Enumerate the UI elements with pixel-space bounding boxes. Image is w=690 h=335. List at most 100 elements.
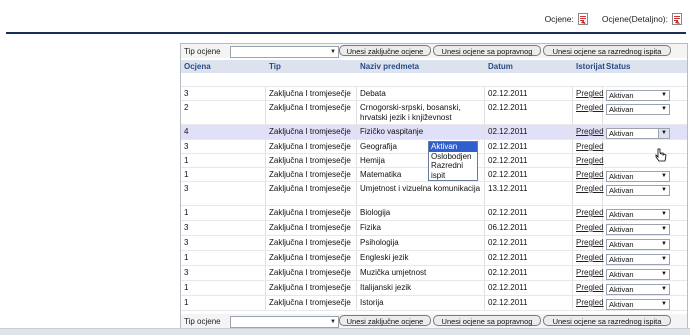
- status-option-oslobodjen[interactable]: Oslobodjen: [429, 152, 477, 162]
- table-row: 3 Zaključna I tromjesečje Psihologija 02…: [181, 236, 687, 251]
- cell-tip: Zaključna I tromjesečje: [266, 87, 357, 100]
- pregled-link[interactable]: Pregled: [576, 298, 604, 307]
- header-tip[interactable]: Tip: [266, 60, 357, 73]
- table-row: 2 Zaključna I tromjesečje Crnogorski-srp…: [181, 101, 687, 125]
- tip-ocjene-label: Tip ocjene: [184, 317, 221, 326]
- cell-datum: 02.12.2011: [485, 206, 573, 220]
- pregled-link[interactable]: Pregled: [576, 184, 604, 193]
- status-select[interactable]: Aktivan ▼: [606, 224, 670, 235]
- status-select[interactable]: Aktivan ▼: [606, 299, 670, 310]
- table-header: Ocjena Tip Naziv predmeta Datum Istorija…: [181, 60, 687, 73]
- chevron-down-icon: ▼: [661, 286, 667, 292]
- cell-ocjena: 1: [181, 154, 266, 167]
- header-naziv-predmeta[interactable]: Naziv predmeta: [357, 60, 485, 73]
- cell-tip: Zaključna I tromjesečje: [266, 266, 357, 280]
- table-row: 1 Zaključna I tromjesečje Engleski jezik…: [181, 251, 687, 266]
- cell-predmet: Muzička umjetnost: [357, 266, 485, 280]
- pregled-link[interactable]: Pregled: [576, 142, 604, 151]
- cell-ocjena: 1: [181, 296, 266, 310]
- tip-ocjene-select[interactable]: ▼: [230, 316, 339, 328]
- pregled-link[interactable]: Pregled: [576, 170, 604, 179]
- cell-datum: 02.12.2011: [485, 101, 573, 124]
- pregled-link[interactable]: Pregled: [576, 268, 604, 277]
- cell-datum: 02.12.2011: [485, 168, 573, 181]
- ocjene-label: Ocjene:: [544, 14, 574, 24]
- header-datum[interactable]: Datum: [485, 60, 573, 73]
- chevron-down-icon: ▼: [658, 129, 669, 138]
- status-select[interactable]: Aktivan ▼: [606, 239, 670, 250]
- pregled-link[interactable]: Pregled: [576, 253, 604, 262]
- cell-predmet: Biologija: [357, 206, 485, 220]
- status-select[interactable]: Aktivan ▼: [606, 269, 670, 280]
- cell-predmet: Engleski jezik: [357, 251, 485, 265]
- table-row: 1 Zaključna I tromjesečje Istorija 02.12…: [181, 296, 687, 311]
- cell-datum: 02.12.2011: [485, 281, 573, 295]
- chevron-down-icon: ▼: [661, 241, 667, 247]
- cell-datum: 02.12.2011: [485, 140, 573, 153]
- unesi-popravnog-button[interactable]: Unesi ocjene sa popravnog: [433, 315, 541, 326]
- empty-row: [181, 74, 687, 87]
- tip-ocjene-label: Tip ocjene: [184, 47, 221, 56]
- pdf-detailed-icon[interactable]: [672, 13, 682, 25]
- cell-tip: Zaključna I tromjesečje: [266, 125, 357, 139]
- pdf-icon[interactable]: [577, 13, 588, 25]
- chevron-down-icon: ▼: [661, 173, 667, 179]
- table-row: 3 Zaključna I tromjesečje Umjetnost i vi…: [181, 182, 687, 206]
- window-scroll-edge: [0, 328, 690, 335]
- chevron-down-icon: ▼: [661, 211, 667, 217]
- cell-predmet: Umjetnost i vizuelna komunikacija: [357, 182, 485, 205]
- cell-ocjena: 3: [181, 87, 266, 100]
- table-row: 3 Zaključna I tromjesečje Debata 02.12.2…: [181, 87, 687, 101]
- pregled-link[interactable]: Pregled: [576, 238, 604, 247]
- tip-ocjene-select[interactable]: ▼: [230, 46, 339, 58]
- status-select[interactable]: Aktivan ▼: [606, 185, 670, 196]
- table-row: 1 Zaključna I tromjesečje Italijanski je…: [181, 281, 687, 296]
- cell-predmet: Fizika: [357, 221, 485, 235]
- cell-predmet: Psihologija: [357, 236, 485, 250]
- pregled-link[interactable]: Pregled: [576, 208, 604, 217]
- cell-predmet: Fizičko vaspitanje: [357, 125, 485, 139]
- header-rule: [6, 32, 686, 34]
- unesi-zakljucne-button[interactable]: Unesi zaključne ocjene: [339, 315, 431, 326]
- cell-ocjena: 1: [181, 281, 266, 295]
- status-select[interactable]: Aktivan ▼: [606, 284, 670, 295]
- unesi-popravnog-button[interactable]: Unesi ocjene sa popravnog: [433, 45, 541, 56]
- chevron-down-icon: ▼: [330, 49, 336, 55]
- pregled-link[interactable]: Pregled: [576, 127, 604, 136]
- status-select-open[interactable]: Aktivan ▼: [606, 128, 670, 139]
- unesi-razrednog-button[interactable]: Unesi ocjene sa razrednog ispita: [543, 45, 671, 56]
- status-select[interactable]: Aktivan ▼: [606, 90, 670, 101]
- header-istorijat: Istorijat: [576, 62, 605, 71]
- cell-ocjena: 4: [181, 125, 266, 139]
- status-select[interactable]: Aktivan ▼: [606, 254, 670, 265]
- status-select[interactable]: Aktivan ▼: [606, 104, 670, 115]
- cell-tip: Zaključna I tromjesečje: [266, 182, 357, 205]
- cell-predmet: Istorija: [357, 296, 485, 310]
- status-option-razredni-ispit[interactable]: Razredni ispit: [429, 161, 477, 180]
- pregled-link[interactable]: Pregled: [576, 103, 604, 112]
- table-row: 3 Zaključna I tromjesečje Muzička umjetn…: [181, 266, 687, 281]
- ocjene-detaljno-label: Ocjene(Detaljno):: [601, 14, 668, 24]
- pregled-link[interactable]: Pregled: [576, 223, 604, 232]
- cell-datum: 02.12.2011: [485, 125, 573, 139]
- status-select[interactable]: Aktivan ▼: [606, 209, 670, 220]
- unesi-zakljucne-button[interactable]: Unesi zaključne ocjene: [339, 45, 431, 56]
- unesi-razrednog-button[interactable]: Unesi ocjene sa razrednog ispita: [543, 315, 671, 326]
- cell-tip: Zaključna I tromjesečje: [266, 168, 357, 181]
- status-option-aktivan[interactable]: Aktivan: [429, 142, 477, 152]
- cell-datum: 02.12.2011: [485, 87, 573, 100]
- header-ocjena[interactable]: Ocjena: [181, 60, 266, 73]
- table-row-selected: 4 Zaključna I tromjesečje Fizičko vaspit…: [181, 125, 687, 140]
- cell-ocjena: 1: [181, 168, 266, 181]
- pregled-link[interactable]: Pregled: [576, 283, 604, 292]
- cell-datum: 02.12.2011: [485, 236, 573, 250]
- pregled-link[interactable]: Pregled: [576, 89, 604, 98]
- grades-table-body: 3 Zaključna I tromjesečje Debata 02.12.2…: [181, 74, 687, 311]
- cell-predmet: Debata: [357, 87, 485, 100]
- cell-datum: 02.12.2011: [485, 251, 573, 265]
- cell-tip: Zaključna I tromjesečje: [266, 251, 357, 265]
- chevron-down-icon: ▼: [661, 106, 667, 112]
- cell-ocjena: 3: [181, 266, 266, 280]
- pregled-link[interactable]: Pregled: [576, 156, 604, 165]
- status-select[interactable]: Aktivan ▼: [606, 171, 670, 182]
